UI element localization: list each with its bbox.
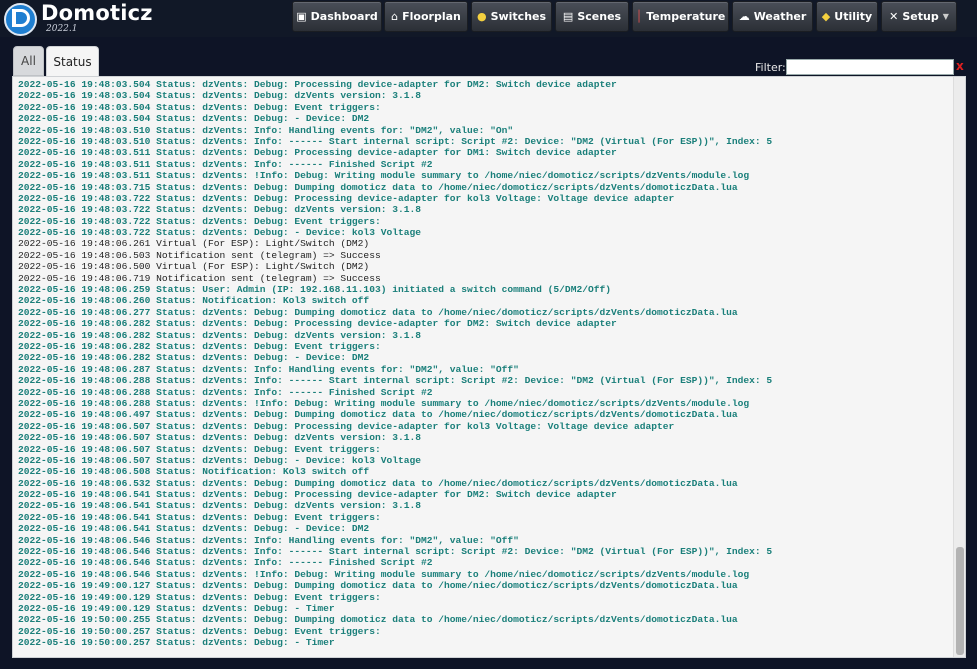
nav-utility-button[interactable]: ◆ Utility [816, 1, 878, 32]
log-panel: All Status Filter: x 2022-05-16 19:48:03… [12, 46, 966, 658]
nav-weather-button[interactable]: ☁ Weather [732, 1, 813, 32]
log-line: 2022-05-16 19:48:06.261 Virtual (For ESP… [18, 238, 370, 250]
scenes-icon: ▤ [562, 10, 574, 23]
nav-setup-button[interactable]: ✕ Setup ▼ [881, 1, 957, 32]
setup-icon: ✕ [889, 10, 899, 23]
log-line: 2022-05-16 19:48:06.541 Status: dzVents:… [18, 500, 422, 512]
tab-status[interactable]: Status [46, 46, 99, 76]
nav-temperature-button[interactable]: │ Temperature [632, 1, 729, 32]
log-line: 2022-05-16 19:48:06.507 Status: dzVents:… [18, 432, 422, 444]
log-line: 2022-05-16 19:50:00.257 Status: dzVents:… [18, 625, 381, 637]
log-line: 2022-05-16 19:48:06.282 Status: dzVents:… [18, 318, 617, 330]
nav-label: Utility [834, 10, 873, 23]
nav-label: Setup [902, 10, 939, 23]
floorplan-icon: ⌂ [391, 10, 399, 23]
filter-label: Filter: [755, 61, 786, 74]
log-line: 2022-05-16 19:48:06.532 Status: dzVents:… [18, 477, 738, 489]
log-line: 2022-05-16 19:48:03.511 Status: dzVents:… [18, 147, 617, 159]
log-line: 2022-05-16 19:48:06.282 Status: dzVents:… [18, 329, 422, 341]
log-line: 2022-05-16 19:48:06.541 Status: dzVents:… [18, 511, 381, 523]
log-line: 2022-05-16 19:48:03.510 Status: dzVents:… [18, 135, 773, 147]
log-line: 2022-05-16 19:48:06.507 Status: dzVents:… [18, 420, 675, 432]
log-line: 2022-05-16 19:49:00.127 Status: dzVents:… [18, 580, 738, 592]
log-line: 2022-05-16 19:48:03.715 Status: dzVents:… [18, 181, 738, 193]
nav-scenes-button[interactable]: ▤ Scenes [555, 1, 629, 32]
log-line: 2022-05-16 19:48:06.507 Status: dzVents:… [18, 454, 422, 466]
log-line: 2022-05-16 19:48:06.260 Status: Notifica… [18, 295, 370, 307]
log-line: 2022-05-16 19:48:06.500 Virtual (For ESP… [18, 261, 370, 273]
log-line: 2022-05-16 19:48:06.507 Status: dzVents:… [18, 443, 381, 455]
nav-label: Dashboard [310, 10, 378, 23]
log-line: 2022-05-16 19:48:06.288 Status: dzVents:… [18, 397, 750, 409]
log-line: 2022-05-16 19:48:06.546 Status: dzVents:… [18, 546, 773, 558]
top-header: Domoticz 2022.1 ▣ Dashboard ⌂ Floorplan … [0, 0, 977, 37]
chevron-down-icon: ▼ [942, 12, 949, 21]
dashboard-icon: ▣ [296, 10, 307, 23]
log-line: 2022-05-16 19:48:03.511 Status: dzVents:… [18, 158, 433, 170]
log-line: 2022-05-16 19:48:03.722 Status: dzVents:… [18, 227, 422, 239]
log-line: 2022-05-16 19:48:03.722 Status: dzVents:… [18, 204, 422, 216]
thermometer-icon: │ [635, 10, 643, 23]
log-output[interactable]: 2022-05-16 19:48:03.504 Status: dzVents:… [12, 76, 966, 658]
log-line: 2022-05-16 19:50:00.255 Status: dzVents:… [18, 614, 738, 626]
log-lines: 2022-05-16 19:48:03.504 Status: dzVents:… [18, 79, 953, 649]
log-line: 2022-05-16 19:48:03.504 Status: dzVents:… [18, 90, 422, 102]
log-line: 2022-05-16 19:48:06.541 Status: dzVents:… [18, 489, 617, 501]
nav-label: Temperature [646, 10, 726, 23]
filter-input[interactable] [786, 59, 954, 75]
log-line: 2022-05-16 19:48:06.259 Status: User: Ad… [18, 284, 611, 296]
nav-label: Switches [490, 10, 547, 23]
tab-all[interactable]: All [13, 46, 44, 76]
log-line: 2022-05-16 19:48:06.719 Notification sen… [18, 272, 381, 284]
app-name: Domoticz [41, 1, 153, 25]
log-line: 2022-05-16 19:48:06.546 Status: dzVents:… [18, 557, 433, 569]
log-line: 2022-05-16 19:49:00.129 Status: dzVents:… [18, 591, 381, 603]
log-line: 2022-05-16 19:50:00.257 Status: dzVents:… [18, 637, 335, 649]
log-scrollbar[interactable] [953, 77, 965, 657]
log-line: 2022-05-16 19:49:00.129 Status: dzVents:… [18, 602, 335, 614]
utility-icon: ◆ [821, 10, 831, 23]
log-line: 2022-05-16 19:48:03.504 Status: dzVents:… [18, 113, 370, 125]
app-logo[interactable]: Domoticz 2022.1 [4, 1, 152, 36]
log-line: 2022-05-16 19:48:06.503 Notification sen… [18, 249, 381, 261]
nav-dashboard-button[interactable]: ▣ Dashboard [292, 1, 382, 32]
log-line: 2022-05-16 19:48:03.510 Status: dzVents:… [18, 124, 514, 136]
nav-label: Scenes [577, 10, 622, 23]
domoticz-logo-icon [4, 3, 37, 36]
log-line: 2022-05-16 19:48:06.277 Status: dzVents:… [18, 306, 738, 318]
nav-label: Weather [753, 10, 807, 23]
log-line: 2022-05-16 19:48:06.288 Status: dzVents:… [18, 375, 773, 387]
clear-filter-icon[interactable]: x [956, 59, 964, 73]
log-line: 2022-05-16 19:48:03.722 Status: dzVents:… [18, 215, 381, 227]
nav-floorplan-button[interactable]: ⌂ Floorplan [384, 1, 468, 32]
log-line: 2022-05-16 19:48:06.282 Status: dzVents:… [18, 340, 381, 352]
log-line: 2022-05-16 19:48:06.288 Status: dzVents:… [18, 386, 433, 398]
log-line: 2022-05-16 19:48:03.504 Status: dzVents:… [18, 79, 617, 90]
nav-switches-button[interactable]: ● Switches [471, 1, 552, 32]
log-line: 2022-05-16 19:48:06.287 Status: dzVents:… [18, 363, 519, 375]
log-line: 2022-05-16 19:48:03.504 Status: dzVents:… [18, 101, 381, 113]
nav-label: Floorplan [402, 10, 461, 23]
app-version: 2022.1 [46, 24, 78, 34]
weather-icon: ☁ [738, 10, 750, 23]
log-line: 2022-05-16 19:48:06.541 Status: dzVents:… [18, 523, 370, 535]
log-line: 2022-05-16 19:48:06.497 Status: dzVents:… [18, 409, 738, 421]
scrollbar-thumb[interactable] [956, 547, 964, 655]
log-line: 2022-05-16 19:48:06.508 Status: Notifica… [18, 466, 370, 478]
log-line: 2022-05-16 19:48:03.511 Status: dzVents:… [18, 170, 750, 182]
log-line: 2022-05-16 19:48:06.282 Status: dzVents:… [18, 352, 370, 364]
lightbulb-icon: ● [476, 10, 487, 23]
log-line: 2022-05-16 19:48:03.722 Status: dzVents:… [18, 192, 675, 204]
log-line: 2022-05-16 19:48:06.546 Status: dzVents:… [18, 568, 750, 580]
log-line: 2022-05-16 19:48:06.546 Status: dzVents:… [18, 534, 519, 546]
